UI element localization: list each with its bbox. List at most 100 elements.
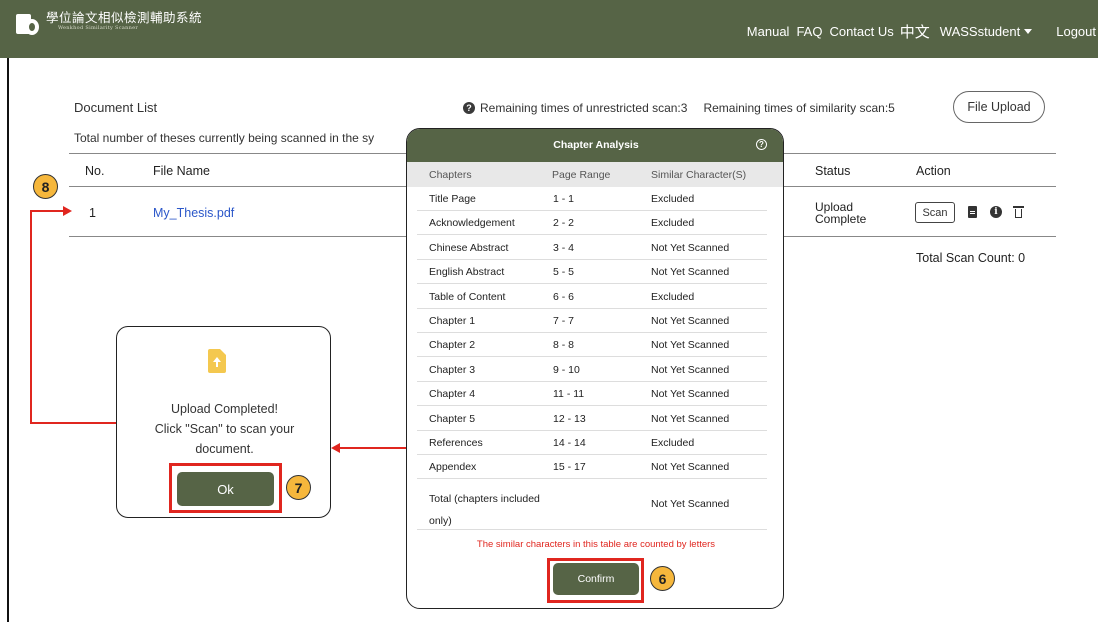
nav-faq[interactable]: FAQ xyxy=(796,24,822,39)
similar-chars: Not Yet Scanned xyxy=(651,461,730,474)
chapter-table-header: Chapters Page Range Similar Character(S) xyxy=(407,162,783,187)
chapter-name: References xyxy=(429,437,483,449)
total-label: Total (chapters included only) xyxy=(429,488,559,532)
file-upload-icon xyxy=(208,349,226,373)
similar-chars: Excluded xyxy=(651,290,695,303)
similar-chars: Excluded xyxy=(651,193,695,205)
highlight-ok xyxy=(169,463,282,513)
chapter-name: English Abstract xyxy=(429,266,505,279)
similar-chars: Not Yet Scanned xyxy=(651,315,730,327)
row-number: 1 xyxy=(89,206,96,220)
upload-message-line2: Click "Scan" to scan your xyxy=(154,422,295,436)
table-row-border-right xyxy=(784,236,1056,237)
logo-icon xyxy=(16,10,42,40)
chapter-name: Chapter 5 xyxy=(429,412,476,425)
chapter-name: Title Page xyxy=(429,193,476,205)
nav-contact[interactable]: Contact Us xyxy=(829,24,893,39)
col-similar: Similar Character(S) xyxy=(651,169,747,181)
scan-button[interactable]: Scan xyxy=(915,202,955,223)
caret-down-icon xyxy=(1024,28,1033,34)
similar-chars: Not Yet Scanned xyxy=(651,363,730,376)
chapter-row: Chapter 4 11 - 11 Not Yet Scanned xyxy=(417,382,767,407)
help-icon[interactable]: ? xyxy=(756,139,767,150)
chapter-name: Chapter 2 xyxy=(429,339,476,352)
info-icon[interactable]: i xyxy=(990,205,1002,219)
page-range: 5 - 5 xyxy=(553,266,575,279)
chapter-row: Chapter 2 8 - 8 Not Yet Scanned xyxy=(417,333,767,358)
col-file-name: File Name xyxy=(153,164,210,178)
user-menu[interactable]: WASSstudent xyxy=(940,24,1033,39)
page-range: 12 - 13 xyxy=(553,412,586,425)
page-range: 6 - 6 xyxy=(553,290,575,303)
page-range: 7 - 7 xyxy=(553,315,575,327)
annotation-line-modal xyxy=(340,447,408,449)
nav-manual[interactable]: Manual xyxy=(747,24,790,39)
brand[interactable]: 學位論文相似檢測輔助系統 Wenkhod Similarity Scanner xyxy=(16,10,202,40)
remaining-unrestricted: Remaining times of unrestricted scan:3 xyxy=(480,101,688,115)
chapter-name: Appendex xyxy=(429,461,477,474)
chapter-analysis-modal: Chapter Analysis ? Chapters Page Range S… xyxy=(406,128,784,609)
step-badge-6: 6 xyxy=(650,566,675,591)
chapter-row: Chapter 1 7 - 7 Not Yet Scanned xyxy=(417,309,767,333)
chapter-row: Acknowledgement 2 - 2 Excluded xyxy=(417,211,767,236)
file-link[interactable]: My_Thesis.pdf xyxy=(153,206,234,220)
total-label-line2: only) xyxy=(429,515,452,527)
col-page-range: Page Range xyxy=(552,169,611,181)
step-badge-8: 8 xyxy=(33,174,58,199)
remaining-scans: ? Remaining times of unrestricted scan:3… xyxy=(463,101,895,115)
nav-logout[interactable]: Logout xyxy=(1056,24,1096,39)
chapter-row: English Abstract 5 - 5 Not Yet Scanned xyxy=(417,260,767,285)
page-range: 3 - 4 xyxy=(553,241,575,254)
chapter-name: Table of Content xyxy=(429,290,506,303)
upload-message: Upload Completed! Click "Scan" to scan y… xyxy=(117,399,332,459)
upload-message-line3: document. xyxy=(195,442,254,456)
chapter-name: Chapter 3 xyxy=(429,363,476,376)
col-status: Status xyxy=(815,164,851,178)
annotation-line-bottom xyxy=(30,422,118,424)
annotation-line-vertical xyxy=(30,210,32,424)
modal-header: Chapter Analysis ? xyxy=(407,129,783,162)
step-badge-7: 7 xyxy=(286,475,311,500)
chapter-note: The similar characters in this table are… xyxy=(476,539,716,550)
col-chapters: Chapters xyxy=(429,169,472,181)
chapter-row: References 14 - 14 Excluded xyxy=(417,431,767,455)
file-upload-button[interactable]: File Upload xyxy=(953,91,1045,123)
total-label-line1: Total (chapters included xyxy=(429,493,540,505)
chapter-row: Table of Content 6 - 6 Excluded xyxy=(417,285,767,309)
arrow-right-icon xyxy=(63,206,72,216)
chapter-row: Chinese Abstract 3 - 4 Not Yet Scanned xyxy=(417,236,767,260)
nav-links: Manual FAQ Contact Us 中文 WASSstudent Log… xyxy=(740,0,1098,62)
status-line2: Complete xyxy=(815,212,867,226)
remaining-similarity: Remaining times of similarity scan:5 xyxy=(703,101,895,115)
similar-chars: Not Yet Scanned xyxy=(651,388,730,401)
table-row-border xyxy=(69,236,408,237)
question-icon[interactable]: ? xyxy=(463,102,475,114)
chapter-name: Chapter 4 xyxy=(429,388,476,401)
trash-icon[interactable] xyxy=(1013,205,1025,219)
page-range: 14 - 14 xyxy=(553,437,586,449)
chapter-row: Chapter 3 9 - 10 Not Yet Scanned xyxy=(417,358,767,382)
chapter-name: Acknowledgement xyxy=(429,217,515,230)
page-range: 2 - 2 xyxy=(553,217,575,230)
similar-chars: Not Yet Scanned xyxy=(651,339,730,352)
page-range: 11 - 11 xyxy=(553,388,585,401)
chapter-total-row: Total (chapters included only) Not Yet S… xyxy=(417,480,767,530)
nav-language[interactable]: 中文 xyxy=(900,21,930,42)
total-scanning-text: Total number of theses currently being s… xyxy=(74,131,375,145)
page-range: 8 - 8 xyxy=(553,339,575,352)
frame-edge xyxy=(7,58,9,622)
upload-message-line1: Upload Completed! xyxy=(170,402,278,416)
chapter-row: Chapter 5 12 - 13 Not Yet Scanned xyxy=(417,407,767,431)
chapter-name: Chinese Abstract xyxy=(429,241,509,254)
similar-chars: Not Yet Scanned xyxy=(651,241,730,254)
chapter-row: Appendex 15 - 17 Not Yet Scanned xyxy=(417,455,767,480)
modal-title: Chapter Analysis xyxy=(553,139,639,151)
page-range: 15 - 17 xyxy=(553,461,586,474)
app-subtitle: Wenkhod Similarity Scanner xyxy=(58,25,139,31)
chapter-name: Chapter 1 xyxy=(429,315,476,327)
similar-chars: Excluded xyxy=(651,437,695,449)
annotation-line-top xyxy=(30,210,64,212)
app-title: 學位論文相似檢測輔助系統 xyxy=(46,10,203,25)
report-icon[interactable] xyxy=(967,205,979,219)
table-top-border-right xyxy=(784,153,1056,154)
